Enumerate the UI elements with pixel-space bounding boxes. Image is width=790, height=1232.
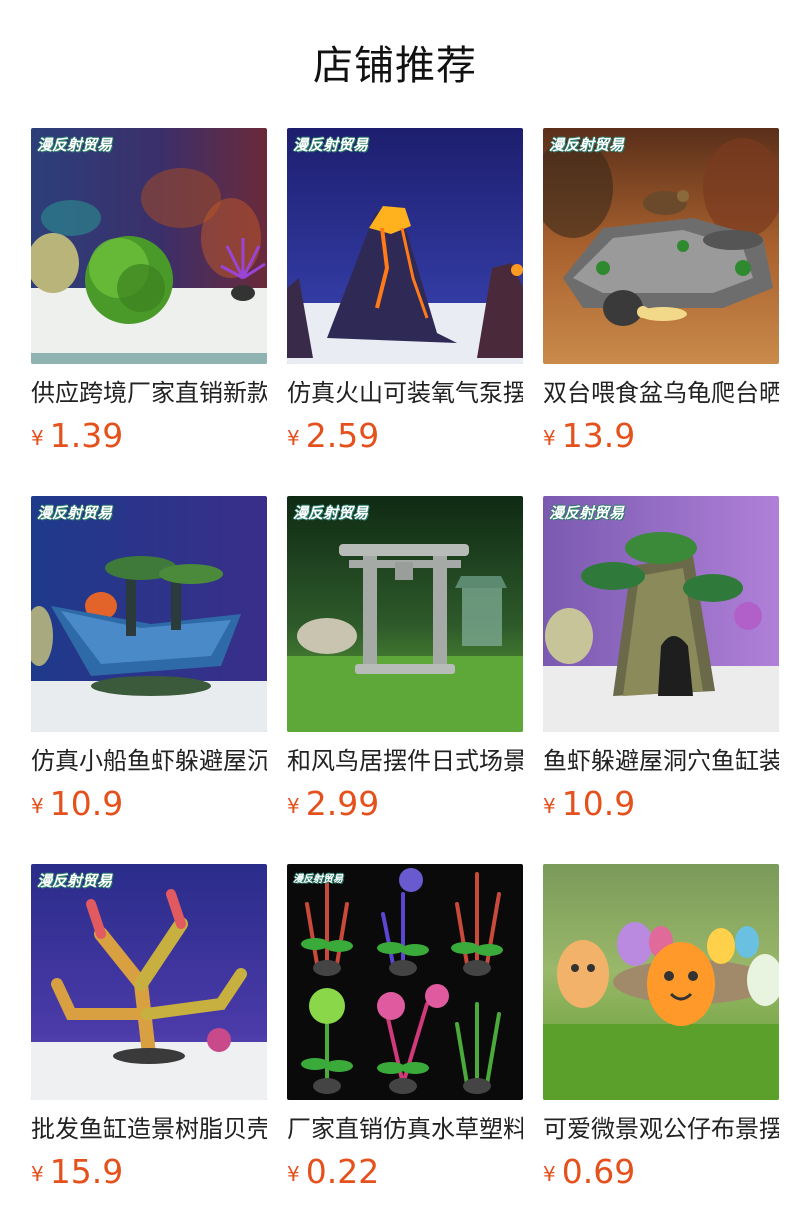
product-price: ¥2.59 [287, 416, 523, 456]
price-value: 0.69 [561, 1152, 636, 1191]
product-image[interactable] [543, 864, 779, 1100]
watermark-logo: 漫反射贸易 [37, 872, 113, 890]
currency-symbol: ¥ [543, 794, 556, 818]
product-name[interactable]: 和风鸟居摆件日式场景 [287, 744, 523, 778]
price-value: 15.9 [49, 1152, 124, 1191]
price-value: 13.9 [561, 416, 636, 455]
currency-symbol: ¥ [31, 426, 44, 450]
price-value: 1.39 [49, 416, 124, 455]
product-price: ¥0.22 [287, 1152, 523, 1192]
currency-symbol: ¥ [543, 426, 556, 450]
product-image[interactable]: 漫反射贸易 [31, 496, 267, 732]
product-card[interactable]: 漫反射贸易 批发鱼缸造景树脂贝壳珊瑚 ¥15.9 [31, 864, 267, 1232]
product-price: ¥15.9 [31, 1152, 267, 1192]
product-image[interactable]: 漫反射贸易 [543, 496, 779, 732]
price-value: 10.9 [561, 784, 636, 823]
product-card[interactable]: 漫反射贸易 鱼虾躲避屋洞穴鱼缸装饰 ¥10.9 [543, 496, 779, 864]
product-image[interactable]: 漫反射贸易 [543, 128, 779, 364]
product-image[interactable]: 漫反射贸易 [287, 496, 523, 732]
price-value: 10.9 [49, 784, 124, 823]
product-name[interactable]: 仿真火山可装氧气泵摆件 [287, 376, 523, 410]
watermark-logo: 漫反射贸易 [549, 504, 625, 522]
currency-symbol: ¥ [287, 794, 300, 818]
price-value: 2.59 [305, 416, 380, 455]
product-name[interactable]: 供应跨境厂家直销新款 [31, 376, 267, 410]
product-image[interactable]: 漫反射贸易 [31, 864, 267, 1100]
product-name[interactable]: 批发鱼缸造景树脂贝壳珊瑚 [31, 1112, 267, 1146]
page-title: 店铺推荐 [313, 43, 477, 89]
watermark-logo: 漫反射贸易 [293, 504, 369, 522]
price-value: 0.22 [305, 1152, 380, 1191]
product-image[interactable]: 漫反射贸易 [287, 864, 523, 1100]
product-name[interactable]: 可爱微景观公仔布景摆件 [543, 1112, 779, 1146]
product-grid: 漫反射贸易 供应跨境厂家直销新款 ¥1.39 漫反射贸易 仿真火山可装氧气泵摆 … [31, 128, 790, 1232]
product-card[interactable]: 可爱微景观公仔布景摆件 ¥0.69 [543, 864, 779, 1232]
product-card[interactable]: 漫反射贸易 厂家直销仿真水草塑料 ¥0.22 [287, 864, 523, 1232]
currency-symbol: ¥ [31, 1162, 44, 1186]
product-name[interactable]: 厂家直销仿真水草塑料 [287, 1112, 523, 1146]
product-price: ¥13.9 [543, 416, 779, 456]
product-image[interactable]: 漫反射贸易 [31, 128, 267, 364]
currency-symbol: ¥ [31, 794, 44, 818]
watermark-logo: 漫反射贸易 [37, 504, 113, 522]
product-name[interactable]: 仿真小船鱼虾躲避屋沉船 [31, 744, 267, 778]
product-price: ¥0.69 [543, 1152, 779, 1192]
currency-symbol: ¥ [287, 426, 300, 450]
product-name[interactable]: 鱼虾躲避屋洞穴鱼缸装饰 [543, 744, 779, 778]
product-card[interactable]: 漫反射贸易 供应跨境厂家直销新款 ¥1.39 [31, 128, 267, 496]
product-card[interactable]: 漫反射贸易 双台喂食盆乌龟爬台晒台 ¥13.9 [543, 128, 779, 496]
product-card[interactable]: 漫反射贸易 仿真小船鱼虾躲避屋沉船 ¥10.9 [31, 496, 267, 864]
watermark-logo: 漫反射贸易 [37, 136, 113, 154]
product-name[interactable]: 双台喂食盆乌龟爬台晒台 [543, 376, 779, 410]
product-price: ¥1.39 [31, 416, 267, 456]
product-image[interactable]: 漫反射贸易 [287, 128, 523, 364]
price-value: 2.99 [305, 784, 380, 823]
product-card[interactable]: 漫反射贸易 和风鸟居摆件日式场景 ¥2.99 [287, 496, 523, 864]
product-price: ¥10.9 [31, 784, 267, 824]
watermark-logo: 漫反射贸易 [549, 136, 625, 154]
watermark-logo: 漫反射贸易 [293, 874, 343, 885]
product-card[interactable]: 漫反射贸易 仿真火山可装氧气泵摆件 ¥2.59 [287, 128, 523, 496]
product-price: ¥10.9 [543, 784, 779, 824]
watermark-logo: 漫反射贸易 [293, 136, 369, 154]
currency-symbol: ¥ [543, 1162, 556, 1186]
product-price: ¥2.99 [287, 784, 523, 824]
currency-symbol: ¥ [287, 1162, 300, 1186]
